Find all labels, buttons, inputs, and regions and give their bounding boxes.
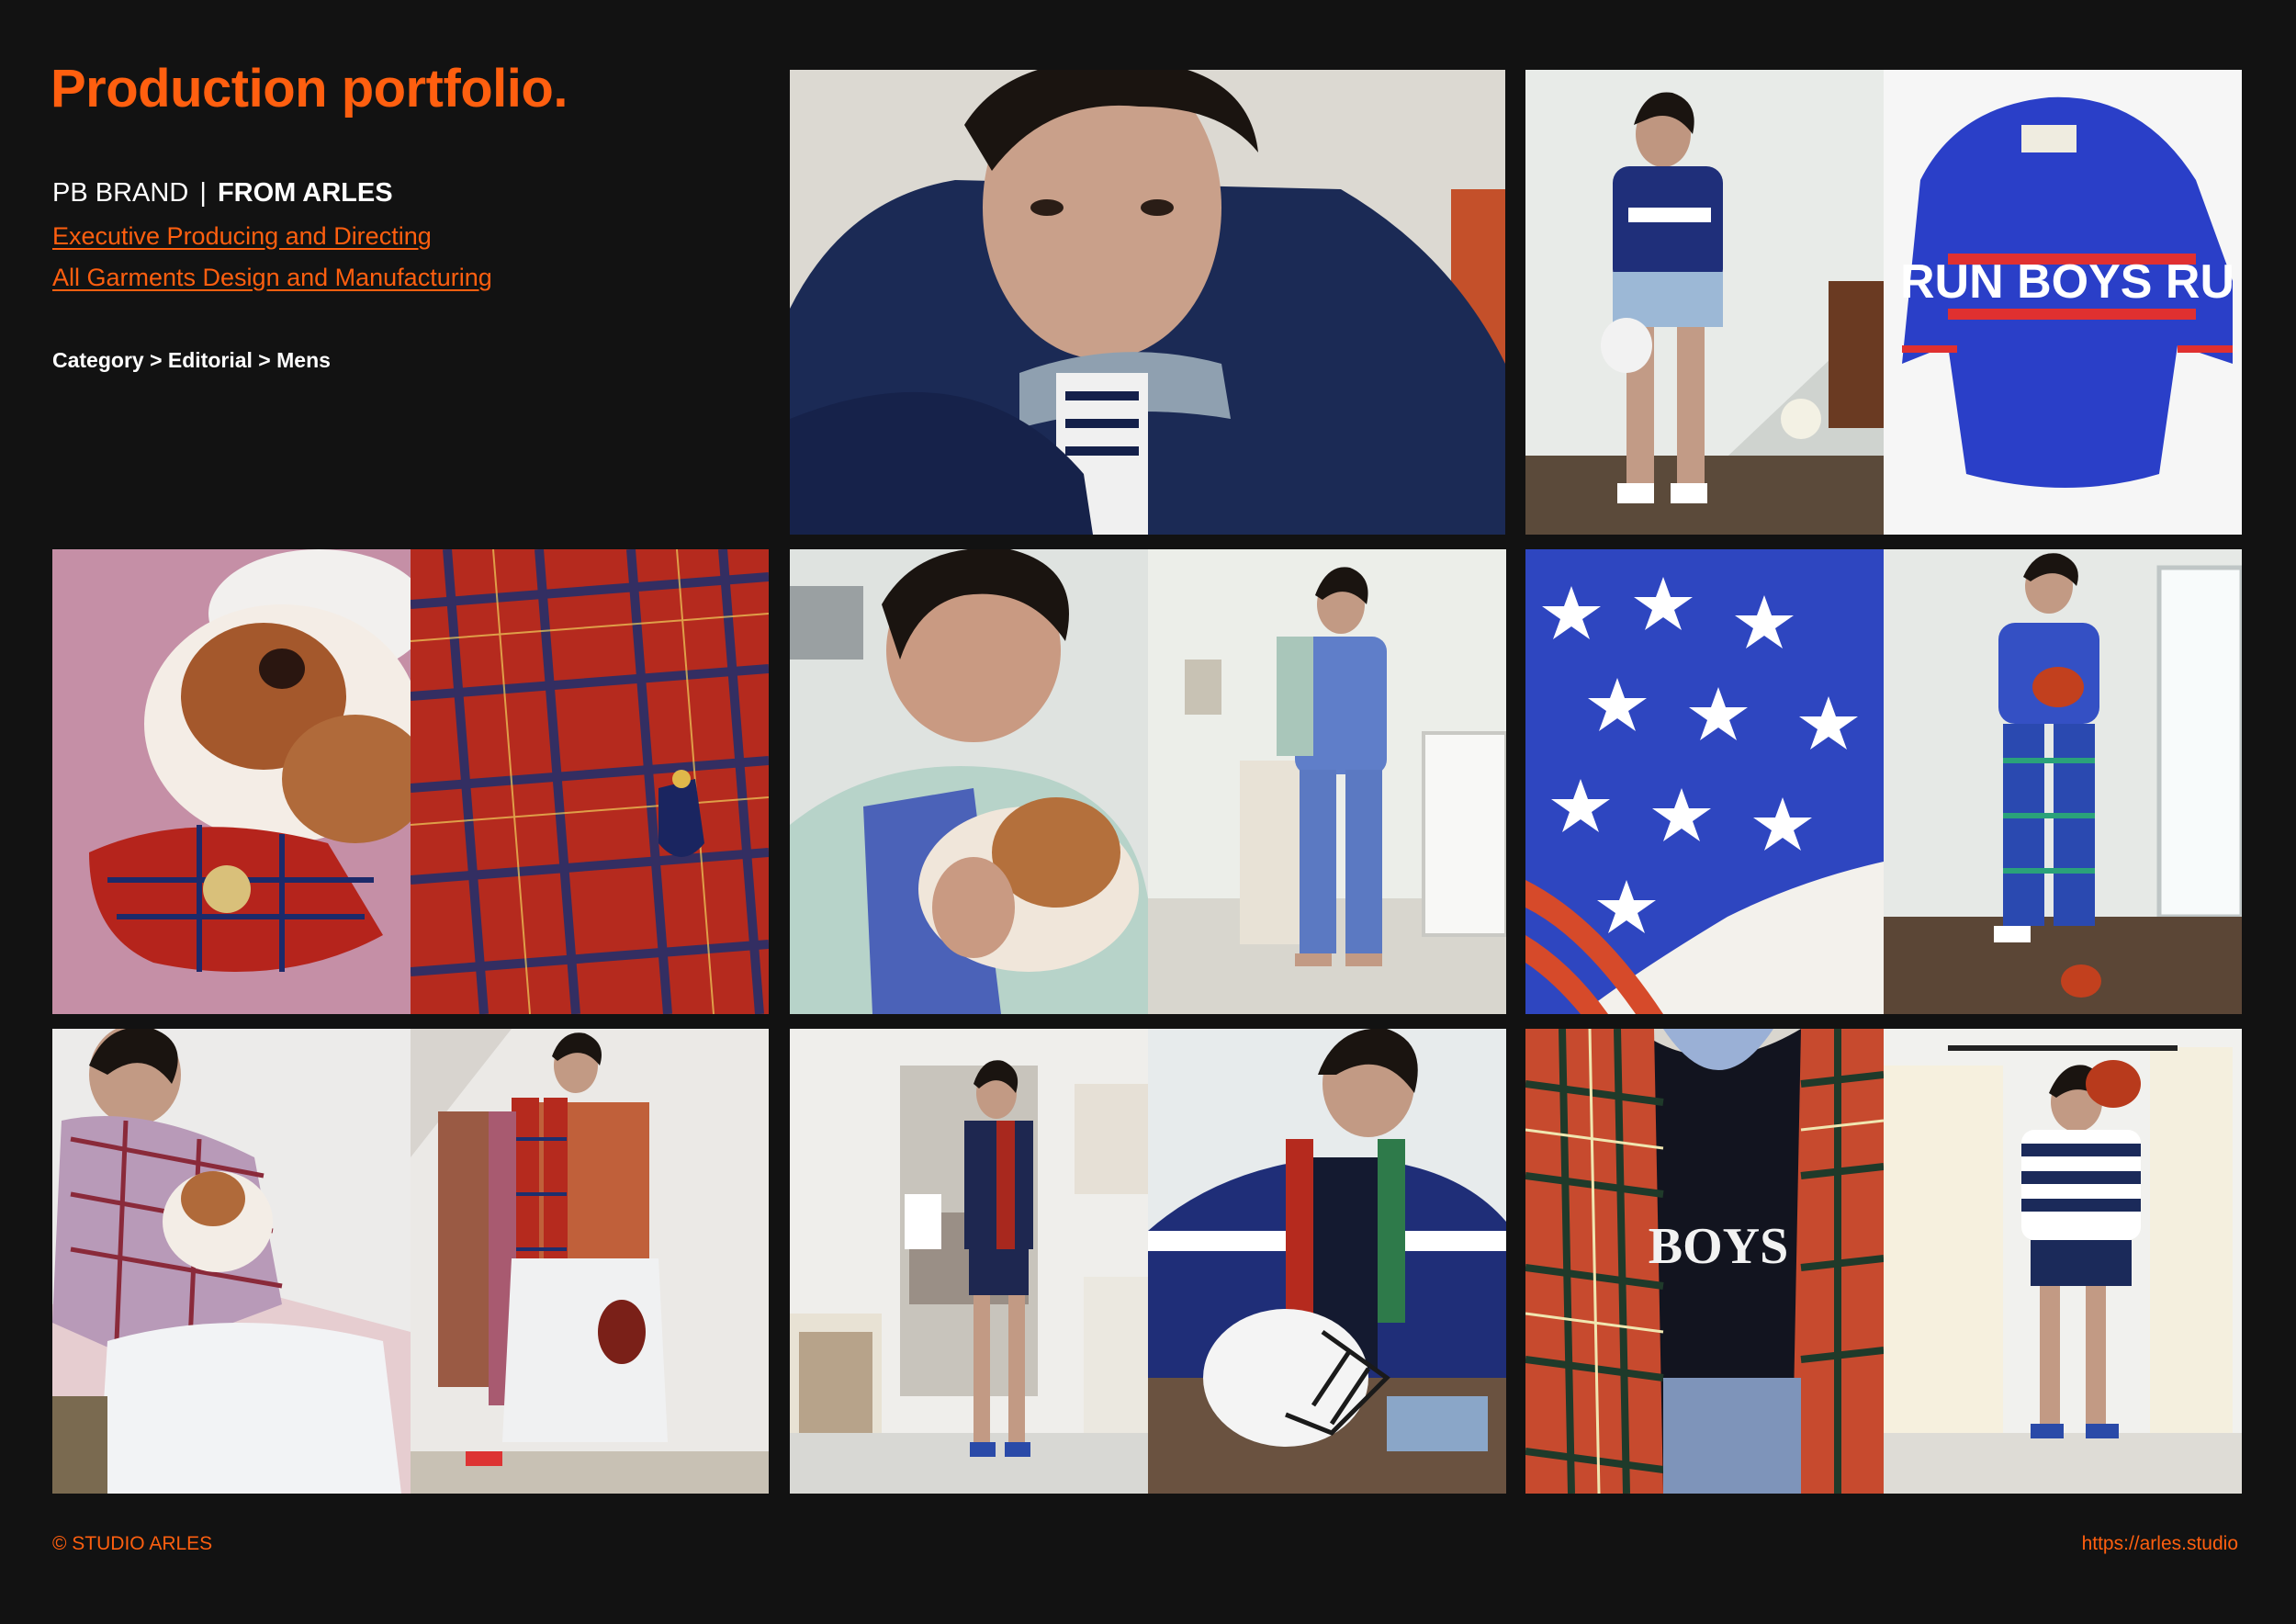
boy-dog-image <box>790 549 1148 1014</box>
photo-stars-flag-fabric[interactable] <box>1525 549 1884 1014</box>
photo-boy-with-dog-pajamas[interactable] <box>790 549 1148 1014</box>
photo-rugby-stripe-boxing-glove[interactable] <box>1884 1029 2242 1494</box>
project-name: FROM ARLES <box>217 178 393 208</box>
photo-star-sweater-boxing-glove[interactable] <box>1884 549 2242 1014</box>
project-credit-line: PB BRAND | FROM ARLES <box>52 176 393 209</box>
star-sweater-image <box>1884 549 2242 1014</box>
breadcrumb: Category > Editorial > Mens <box>52 348 331 372</box>
helmet-seated-image <box>1148 1029 1506 1494</box>
photo-hockey-jersey-full-look[interactable] <box>1525 70 1884 535</box>
role-link-garments-design[interactable]: All Garments Design and Manufacturing <box>52 262 492 293</box>
blazer-doorway-image <box>790 1029 1148 1494</box>
scarf-trousers-image <box>411 1029 769 1494</box>
sweater-flatlay-image: RUN BOYS RU <box>1884 70 2242 535</box>
role-link-executive-producing[interactable]: Executive Producing and Directing <box>52 220 432 252</box>
robe-dog-image <box>52 1029 411 1494</box>
jacket-print-text: BOYS <box>1649 1218 1789 1275</box>
photo-tartan-scarf-white-trousers[interactable] <box>411 1029 769 1494</box>
photo-plaid-jacket-closeup[interactable]: BOYS <box>1525 1029 1884 1494</box>
tartan-scarf-image <box>411 549 769 1014</box>
portrait-image <box>790 70 1505 535</box>
credit-separator: | <box>199 178 207 208</box>
footer-website-link[interactable]: https://arles.studio <box>2082 1532 2238 1556</box>
page-title: Production portfolio. <box>51 59 568 118</box>
photo-tartan-scarf-crest[interactable] <box>411 549 769 1014</box>
pajamas-image <box>1148 549 1506 1014</box>
client-name: PB BRAND <box>52 178 189 208</box>
photo-blue-pajamas-full-look[interactable] <box>1148 549 1506 1014</box>
flag-fabric-image <box>1525 549 1884 1014</box>
footer-copyright: © STUDIO ARLES <box>52 1533 213 1554</box>
sweater-print-text: RUN BOYS RU <box>1900 255 2234 309</box>
full-look-image <box>1525 70 1884 535</box>
rugby-stripe-image <box>1884 1029 2242 1494</box>
photo-blue-sweater-flatlay[interactable]: RUN BOYS RU <box>1884 70 2242 535</box>
dog-image <box>52 549 411 1014</box>
plaid-closeup-image: BOYS <box>1525 1029 1884 1494</box>
photo-navy-blazer-doorway[interactable] <box>790 1029 1148 1494</box>
photo-tartan-robe-with-dog[interactable] <box>52 1029 411 1494</box>
photo-dog-tartan-scarf[interactable] <box>52 549 411 1014</box>
photo-hockey-helmet-seated[interactable] <box>1148 1029 1506 1494</box>
photo-portrait-navy-jacket[interactable] <box>790 70 1505 535</box>
